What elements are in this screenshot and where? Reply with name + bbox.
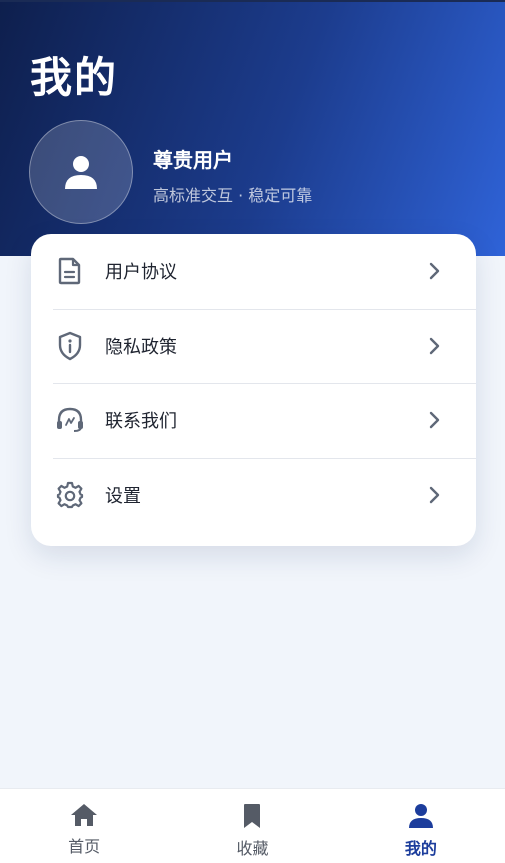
bookmark-icon <box>244 804 261 828</box>
menu-item-privacy-policy[interactable]: 隐私政策 <box>31 308 476 384</box>
chevron-right-icon <box>429 412 440 429</box>
bottom-tab-bar: 首页 收藏 我的 <box>0 788 505 863</box>
menu-item-label: 隐私政策 <box>105 336 177 358</box>
home-icon <box>71 804 98 826</box>
profile-header: 我的 尊贵用户 高标准交互 · 稳定可靠 <box>0 0 505 256</box>
chevron-right-icon <box>429 337 440 354</box>
chevron-right-icon <box>429 263 440 280</box>
shield-info-icon <box>55 331 85 361</box>
menu-card: 用户协议 隐私政策 联系我们 设置 <box>31 234 476 546</box>
menu-item-contact-us[interactable]: 联系我们 <box>31 383 476 458</box>
tab-label: 首页 <box>68 837 101 856</box>
chevron-right-icon <box>429 486 440 503</box>
document-icon <box>55 256 85 286</box>
menu-item-settings[interactable]: 设置 <box>31 457 476 533</box>
tab-label: 我的 <box>404 839 437 858</box>
tab-favorites[interactable]: 收藏 <box>168 789 336 863</box>
avatar[interactable] <box>29 120 133 224</box>
user-icon <box>408 804 433 828</box>
user-icon <box>65 156 97 189</box>
tab-mine[interactable]: 我的 <box>337 789 505 863</box>
menu-item-label: 设置 <box>105 485 141 507</box>
tab-home[interactable]: 首页 <box>0 789 168 863</box>
user-subtitle: 高标准交互 · 稳定可靠 <box>153 186 313 205</box>
menu-item-user-agreement[interactable]: 用户协议 <box>31 234 476 309</box>
user-name: 尊贵用户 <box>153 148 233 172</box>
headset-icon <box>55 405 85 435</box>
menu-item-label: 用户协议 <box>105 262 177 284</box>
page-title: 我的 <box>30 53 119 102</box>
menu-item-label: 联系我们 <box>105 411 177 433</box>
gear-icon <box>55 480 85 510</box>
tab-label: 收藏 <box>236 839 269 858</box>
